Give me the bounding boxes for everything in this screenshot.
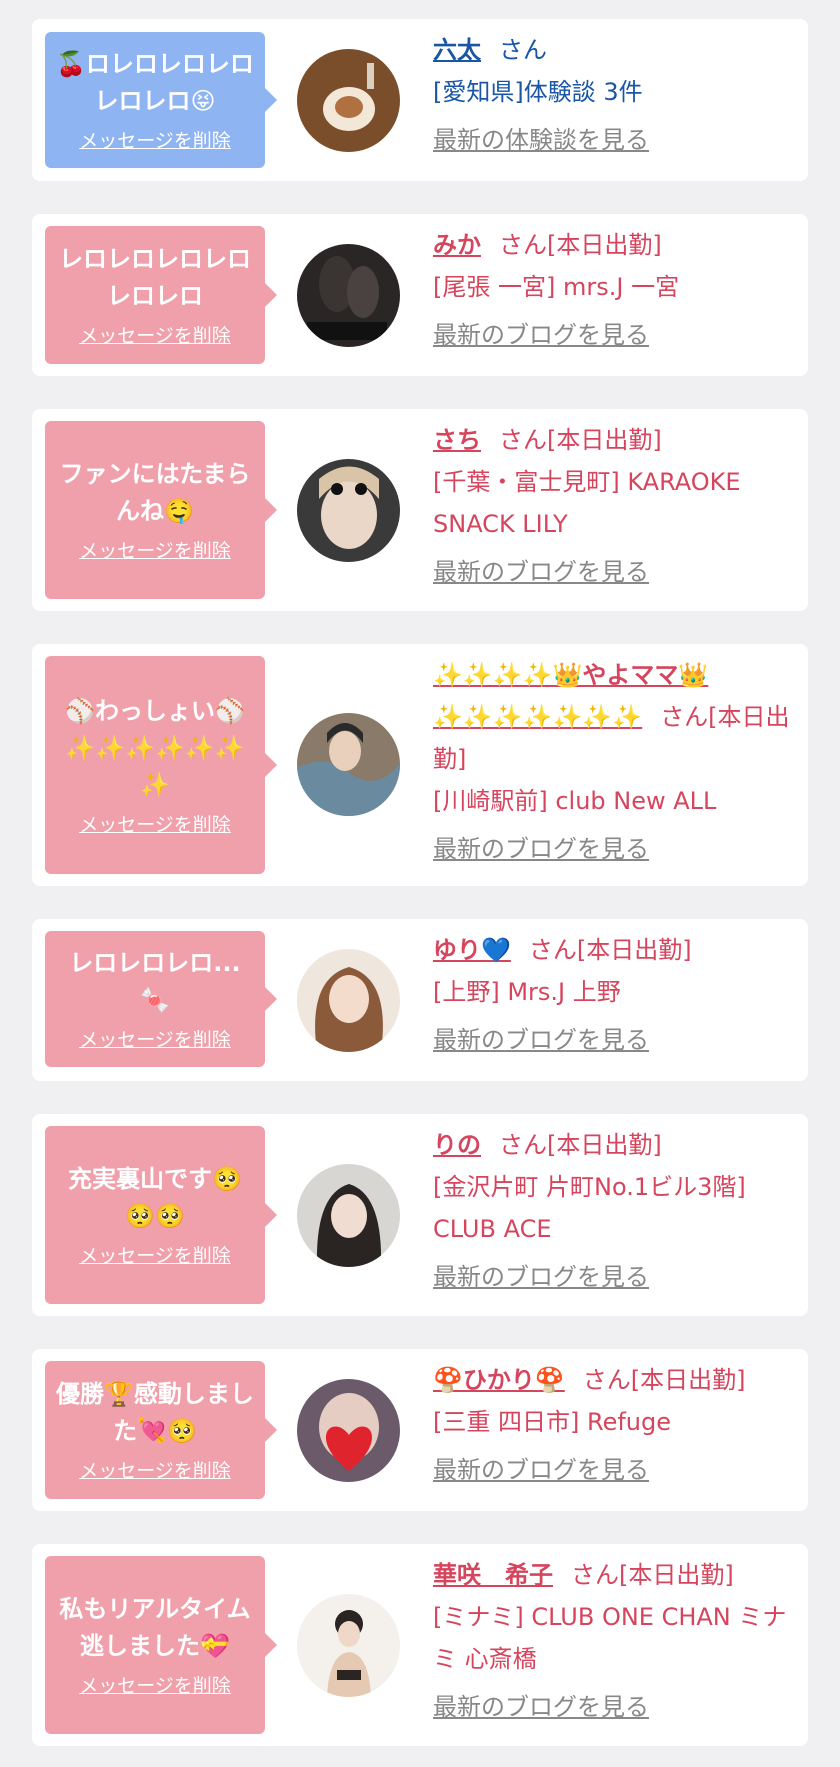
message-text: レロレロレロ...🍬	[69, 949, 241, 1014]
entry-info: 🍄ひかり🍄 さん[本日出勤] [三重 四日市] Refuge 最新のブログを見る	[433, 1359, 793, 1491]
latest-link[interactable]: 最新のブログを見る	[433, 1019, 793, 1061]
honorific: さん[本日出勤]	[499, 426, 662, 454]
delete-message-link[interactable]: メッセージを削除	[79, 538, 231, 564]
delete-message-link[interactable]: メッセージを削除	[79, 128, 231, 154]
user-name-link[interactable]: 六太	[433, 36, 481, 64]
honorific: さん[本日出勤]	[499, 231, 662, 259]
latest-link[interactable]: 最新のブログを見る	[433, 1686, 793, 1728]
latest-link[interactable]: 最新の体験談を見る	[433, 119, 793, 161]
store-info: [三重 四日市] Refuge	[433, 1408, 672, 1436]
store-info: [愛知県]体験談 3件	[433, 78, 643, 106]
name-line: 🍄ひかり🍄 さん[本日出勤]	[433, 1359, 793, 1401]
latest-link[interactable]: 最新のブログを見る	[433, 551, 793, 593]
store-info: [川崎駅前] club New ALL	[433, 787, 717, 815]
name-line: りの さん[本日出勤]	[433, 1124, 793, 1166]
name-line: 六太 さん	[433, 29, 793, 71]
name-line: みか さん[本日出勤]	[433, 224, 793, 266]
message-text: 🍒ロレロレロレロレロレロ😝	[56, 50, 254, 115]
store-info: [千葉・富士見町] KARAOKE SNACK LILY	[433, 468, 741, 538]
message-card: ⚾わっしょい⚾✨✨✨✨✨✨✨ メッセージを削除 ✨✨✨✨👑やよママ👑✨✨✨✨✨✨…	[32, 644, 808, 886]
message-text: 私もリアルタイム逃しました💝	[59, 1595, 251, 1660]
user-name-link[interactable]: さち	[433, 426, 481, 454]
avatar[interactable]	[297, 1594, 400, 1697]
entry-info: ✨✨✨✨👑やよママ👑✨✨✨✨✨✨✨ さん[本日出勤] [川崎駅前] club Ne…	[433, 654, 793, 870]
delete-message-link[interactable]: メッセージを削除	[79, 1673, 231, 1699]
honorific: さん	[499, 36, 547, 64]
latest-link[interactable]: 最新のブログを見る	[433, 1256, 793, 1298]
store-info: [上野] Mrs.J 上野	[433, 978, 621, 1006]
honorific: さん[本日出勤]	[582, 1366, 746, 1394]
user-name-link[interactable]: ゆり💙	[433, 936, 511, 964]
message-bubble: レロレロレロ...🍬 メッセージを削除	[45, 931, 277, 1067]
delete-message-link[interactable]: メッセージを削除	[79, 1243, 231, 1269]
message-text: 充実裏山です🥺🥺🥺	[68, 1165, 242, 1230]
latest-link[interactable]: 最新のブログを見る	[433, 1449, 793, 1491]
message-card: レロレロレロ...🍬 メッセージを削除 ゆり💙 さん[本日出勤] [上野] Mrs…	[32, 919, 808, 1081]
message-card: 私もリアルタイム逃しました💝 メッセージを削除 華咲 希子 さん[本日出勤] [ミ…	[32, 1544, 808, 1746]
store-info: [金沢片町 片町No.1ビル3階] CLUB ACE	[433, 1173, 746, 1243]
name-line: 華咲 希子 さん[本日出勤]	[433, 1554, 793, 1596]
user-name-link[interactable]: りの	[433, 1131, 481, 1159]
honorific: さん[本日出勤]	[499, 1131, 662, 1159]
store-info: [尾張 一宮] mrs.J 一宮	[433, 273, 680, 301]
name-line: ゆり💙 さん[本日出勤]	[433, 929, 793, 971]
user-name-link[interactable]: 華咲 希子	[433, 1561, 553, 1589]
message-text: 優勝🏆感動しました💘🥺	[56, 1380, 254, 1445]
message-text: ⚾わっしょい⚾✨✨✨✨✨✨✨	[65, 696, 245, 799]
message-text: レロレロレロレロレロレロ	[59, 245, 251, 310]
entry-info: りの さん[本日出勤] [金沢片町 片町No.1ビル3階] CLUB ACE 最新…	[433, 1124, 793, 1298]
avatar[interactable]	[297, 1164, 400, 1267]
honorific: さん[本日出勤]	[528, 936, 692, 964]
avatar[interactable]	[297, 49, 400, 152]
entry-info: 六太 さん [愛知県]体験談 3件 最新の体験談を見る	[433, 29, 793, 161]
store-info: [ミナミ] CLUB ONE CHAN ミナミ 心斎橋	[433, 1603, 787, 1673]
avatar[interactable]	[297, 1379, 400, 1482]
message-bubble: 充実裏山です🥺🥺🥺 メッセージを削除	[45, 1126, 277, 1304]
entry-info: 華咲 希子 さん[本日出勤] [ミナミ] CLUB ONE CHAN ミナミ 心斎…	[433, 1554, 793, 1728]
honorific: さん[本日出勤]	[571, 1561, 734, 1589]
delete-message-link[interactable]: メッセージを削除	[79, 1027, 231, 1053]
message-card: 🍒ロレロレロレロレロレロ😝 メッセージを削除 六太 さん [愛知県]体験談 3件 …	[32, 19, 808, 181]
message-card: レロレロレロレロレロレロ メッセージを削除 みか さん[本日出勤] [尾張 一宮]…	[32, 214, 808, 376]
delete-message-link[interactable]: メッセージを削除	[79, 812, 231, 838]
entry-info: ゆり💙 さん[本日出勤] [上野] Mrs.J 上野 最新のブログを見る	[433, 929, 793, 1061]
name-line: ✨✨✨✨👑やよママ👑✨✨✨✨✨✨✨ さん[本日出勤]	[433, 654, 793, 780]
message-bubble: レロレロレロレロレロレロ メッセージを削除	[45, 226, 277, 364]
avatar[interactable]	[297, 949, 400, 1052]
message-card: 優勝🏆感動しました💘🥺 メッセージを削除 🍄ひかり🍄 さん[本日出勤] [三重 四…	[32, 1349, 808, 1511]
delete-message-link[interactable]: メッセージを削除	[79, 323, 231, 349]
delete-message-link[interactable]: メッセージを削除	[79, 1458, 231, 1484]
message-text: ファンにはたまらんね🤤	[59, 460, 251, 525]
avatar[interactable]	[297, 244, 400, 347]
latest-link[interactable]: 最新のブログを見る	[433, 828, 793, 870]
entry-info: さち さん[本日出勤] [千葉・富士見町] KARAOKE SNACK LILY …	[433, 419, 793, 593]
entry-info: みか さん[本日出勤] [尾張 一宮] mrs.J 一宮 最新のブログを見る	[433, 224, 793, 356]
user-name-link[interactable]: 🍄ひかり🍄	[433, 1366, 565, 1394]
message-card: ファンにはたまらんね🤤 メッセージを削除 さち さん[本日出勤] [千葉・富士見町…	[32, 409, 808, 611]
avatar[interactable]	[297, 459, 400, 562]
message-bubble: 優勝🏆感動しました💘🥺 メッセージを削除	[45, 1361, 277, 1499]
name-line: さち さん[本日出勤]	[433, 419, 793, 461]
message-bubble: 私もリアルタイム逃しました💝 メッセージを削除	[45, 1556, 277, 1734]
avatar[interactable]	[297, 713, 400, 816]
message-bubble: ⚾わっしょい⚾✨✨✨✨✨✨✨ メッセージを削除	[45, 656, 277, 874]
message-bubble: 🍒ロレロレロレロレロレロ😝 メッセージを削除	[45, 32, 277, 168]
message-bubble: ファンにはたまらんね🤤 メッセージを削除	[45, 421, 277, 599]
latest-link[interactable]: 最新のブログを見る	[433, 314, 793, 356]
user-name-link[interactable]: みか	[433, 231, 481, 259]
message-card: 充実裏山です🥺🥺🥺 メッセージを削除 りの さん[本日出勤] [金沢片町 片町No…	[32, 1114, 808, 1316]
